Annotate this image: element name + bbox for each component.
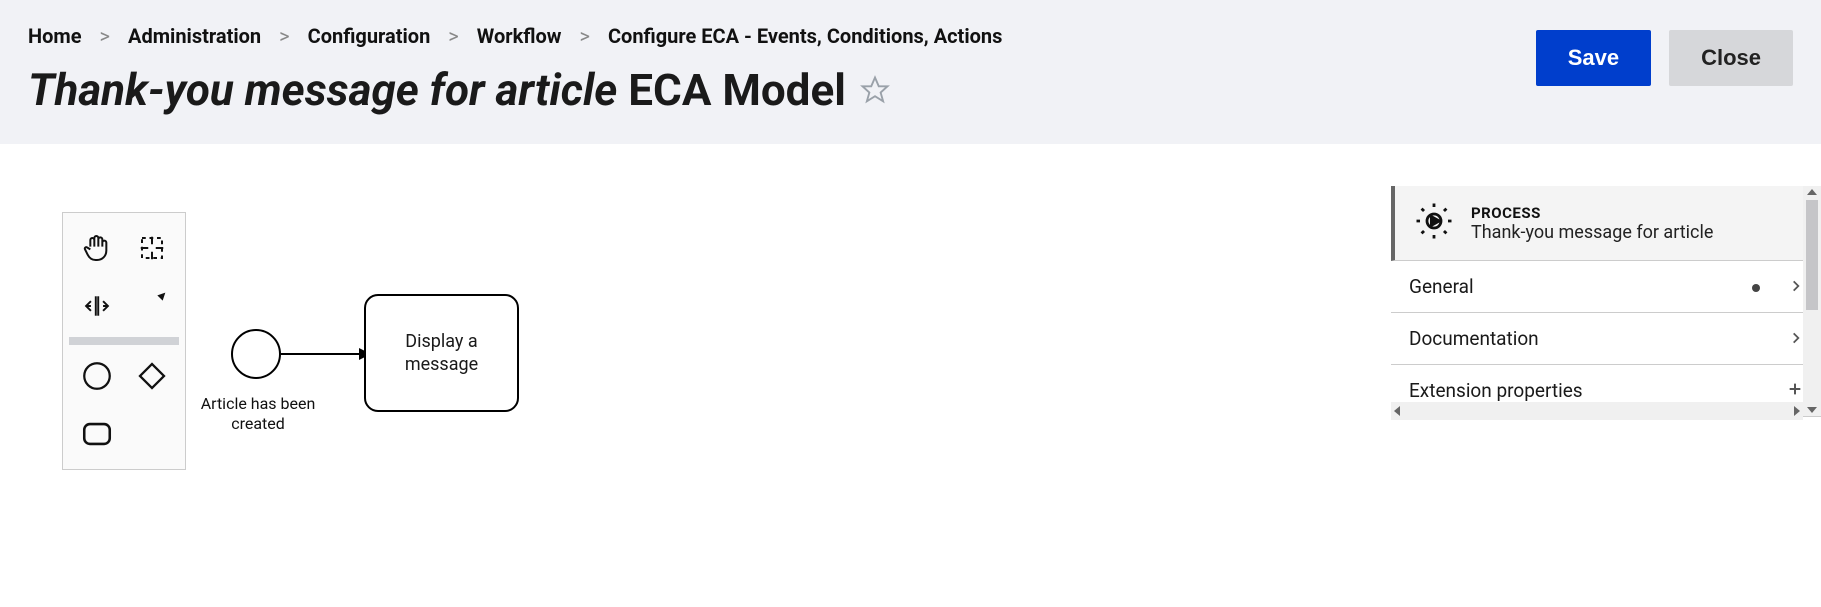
section-label: General [1409,275,1474,298]
page-title-model-name: Thank-you message for article [28,64,617,116]
start-event-node[interactable] [231,329,281,379]
breadcrumb-administration[interactable]: Administration [128,24,261,48]
header-actions: Save Close [1536,30,1793,86]
properties-section-general[interactable]: General [1391,261,1821,313]
properties-panel: PROCESS Thank-you message for article Ge… [1391,186,1821,417]
properties-vertical-scrollbar[interactable] [1803,186,1821,416]
save-button[interactable]: Save [1536,30,1651,86]
properties-header: PROCESS Thank-you message for article [1391,186,1821,261]
scroll-down-icon[interactable] [1807,407,1817,413]
main-area: Article has been created Display a messa… [0,144,1821,596]
scroll-thumb[interactable] [1806,200,1818,310]
plus-icon[interactable] [1787,379,1803,402]
chevron-right-icon [1789,327,1803,350]
scroll-up-icon[interactable] [1807,189,1817,195]
breadcrumb-sep: > [100,24,110,48]
chevron-right-icon [1789,275,1803,298]
properties-name: Thank-you message for article [1471,222,1713,243]
page-title-suffix: ECA Model [628,64,846,116]
section-label: Documentation [1409,327,1539,350]
properties-section-documentation[interactable]: Documentation [1391,313,1821,365]
sequence-flow-arrow[interactable] [281,341,371,367]
section-label: Extension properties [1409,379,1583,402]
task-label: Display a message [374,330,509,377]
breadcrumb-home[interactable]: Home [28,24,82,48]
breadcrumb-workflow[interactable]: Workflow [477,24,562,48]
scroll-left-icon[interactable] [1394,406,1400,416]
breadcrumb-sep: > [279,24,289,48]
page-header: Home > Administration > Configuration > … [0,0,1821,144]
breadcrumb-sep: > [580,24,590,48]
scroll-right-icon[interactable] [1794,406,1800,416]
breadcrumb-configuration[interactable]: Configuration [308,24,431,48]
breadcrumb-configure-eca[interactable]: Configure ECA - Events, Conditions, Acti… [608,24,1002,48]
close-button[interactable]: Close [1669,30,1793,86]
breadcrumb: Home > Administration > Configuration > … [28,24,1793,48]
properties-horizontal-scrollbar[interactable] [1391,402,1803,420]
dot-indicator-icon [1751,275,1761,298]
process-icon [1413,200,1455,246]
start-event-label: Article has been created [198,394,318,434]
task-node[interactable]: Display a message [364,294,519,412]
properties-type-label: PROCESS [1471,204,1713,222]
favorite-star-icon[interactable] [860,66,890,114]
page-title: Thank-you message for article ECA Model [28,66,1793,114]
breadcrumb-sep: > [448,24,458,48]
